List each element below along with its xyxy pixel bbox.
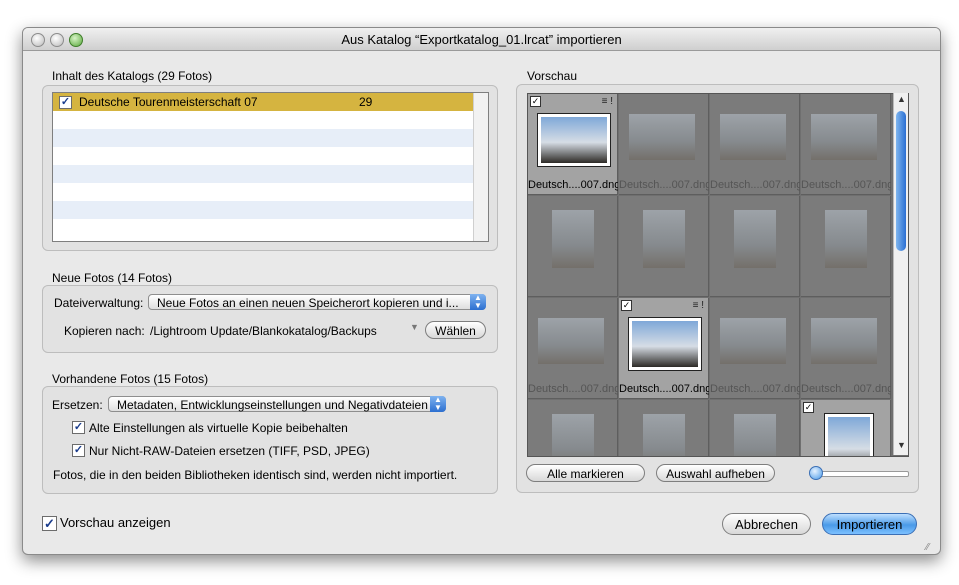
copy-to-path: /Lightroom Update/Blankokatalog/Backups xyxy=(150,324,377,338)
file-handling-value: Neue Fotos an einen neuen Speicherort ko… xyxy=(157,296,459,310)
preview-thumbnail-filename: Deutsch....007.dng xyxy=(528,383,618,395)
thumbnail-size-slider-knob[interactable] xyxy=(809,466,823,480)
preview-thumbnail-cell[interactable]: Deutsch....007.dng xyxy=(528,298,618,399)
preview-thumbnail-filename: Deutsch....007.dng xyxy=(801,383,891,395)
non-raw-only-checkbox[interactable]: ✓ xyxy=(72,444,85,457)
preview-thumbnail-image xyxy=(629,114,695,160)
preview-thumbnail-filename: Deutsch....007.dng xyxy=(710,383,800,395)
copy-to-label: Kopieren nach: xyxy=(64,324,145,338)
preview-thumbnail-cell[interactable] xyxy=(528,196,618,297)
choose-folder-button[interactable]: Wählen xyxy=(425,321,486,339)
catalog-row-name: Deutsche Tourenmeisterschaft 07 xyxy=(79,95,258,109)
identical-photos-note: Fotos, die in den beiden Bibliotheken id… xyxy=(53,468,458,482)
preview-thumbnail-image xyxy=(825,210,867,268)
catalog-empty-row xyxy=(53,147,488,165)
preview-thumbnail-filename: Deutsch....007.dng xyxy=(619,383,709,395)
scroll-down-icon[interactable]: ▼ xyxy=(897,440,906,450)
keep-old-settings-label: Alte Einstellungen als virtuelle Kopie b… xyxy=(89,421,348,435)
preview-thumbnail-image xyxy=(720,114,786,160)
preview-thumbnail-cell[interactable]: ✓ xyxy=(801,400,891,456)
preview-grid[interactable]: ✓ ≡ ! Deutsch....007.dng Deutsch....007.dng… xyxy=(527,93,909,457)
catalog-row[interactable]: ✓ Deutsche Tourenmeisterschaft 07 29 xyxy=(53,93,488,111)
preview-scrollbar[interactable]: ▲ ▼ xyxy=(893,93,908,455)
catalog-row-checkbox[interactable]: ✓ xyxy=(59,96,72,109)
preview-thumbnail-image xyxy=(811,114,877,160)
preview-thumbnail-cell[interactable]: Deutsch....007.dng xyxy=(710,94,800,195)
catalog-empty-row xyxy=(53,183,488,201)
updown-arrows-icon: ▲ ▼ xyxy=(430,396,446,412)
catalog-empty-row xyxy=(53,111,488,129)
cancel-button[interactable]: Abbrechen xyxy=(722,513,811,535)
preview-thumbnail-cell[interactable] xyxy=(710,196,800,297)
preview-thumbnail-cell[interactable]: Deutsch....007.dng xyxy=(710,298,800,399)
preview-thumbnail-cell[interactable] xyxy=(801,196,891,297)
preview-thumbnail-filename: Deutsch....007.dng xyxy=(801,179,891,191)
window-title: Aus Katalog “Exportkatalog_01.lrcat” imp… xyxy=(341,32,622,47)
preview-thumbnail-image xyxy=(538,114,610,166)
thumbnail-check-icon[interactable]: ✓ xyxy=(803,402,814,413)
preview-thumbnail-image xyxy=(629,318,701,370)
preview-section-label: Vorschau xyxy=(527,69,578,83)
existing-photos-section-label: Vorhandene Fotos (15 Fotos) xyxy=(52,372,209,386)
flag-icon: ≡ ! xyxy=(601,96,613,107)
preview-thumbnail-filename: Deutsch....007.dng xyxy=(619,179,709,191)
preview-thumbnail-cell[interactable]: Deutsch....007.dng xyxy=(801,298,891,399)
flag-icon: ≡ ! xyxy=(692,300,704,311)
replace-popup[interactable]: Metadaten, Entwicklungseinstellungen und… xyxy=(108,396,446,412)
replace-label: Ersetzen: xyxy=(52,398,103,412)
preview-thumbnail-cell[interactable] xyxy=(710,400,800,456)
mark-all-button[interactable]: Alle markieren xyxy=(526,464,645,482)
preview-scroll-thumb[interactable] xyxy=(896,111,906,251)
preview-thumbnail-image xyxy=(734,414,776,456)
preview-thumbnail-image xyxy=(538,318,604,364)
preview-thumbnail-cell[interactable] xyxy=(619,196,709,297)
check-icon: ✓ xyxy=(73,421,84,433)
thumbnail-check-icon[interactable]: ✓ xyxy=(530,96,541,107)
chevron-down-icon[interactable]: ▼ xyxy=(410,322,419,332)
preview-thumbnail-cell[interactable] xyxy=(619,400,709,456)
file-handling-label: Dateiverwaltung: xyxy=(54,296,144,310)
updown-arrows-icon: ▲ ▼ xyxy=(470,294,486,310)
file-handling-popup[interactable]: Neue Fotos an einen neuen Speicherort ko… xyxy=(148,294,486,310)
non-raw-only-label: Nur Nicht-RAW-Dateien ersetzen (TIFF, PS… xyxy=(89,444,370,458)
preview-thumbnail-image xyxy=(552,210,594,268)
catalog-row-count: 29 xyxy=(359,95,373,109)
preview-thumbnail-cell[interactable]: ✓ ≡ ! Deutsch....007.dng xyxy=(528,94,618,195)
preview-thumbnail-filename: Deutsch....007.dng xyxy=(710,179,800,191)
check-icon: ✓ xyxy=(44,516,55,531)
preview-thumbnail-image xyxy=(720,318,786,364)
show-preview-label: Vorschau anzeigen xyxy=(60,515,171,530)
preview-thumbnail-cell[interactable]: ✓ ≡ ! Deutsch....007.dng xyxy=(619,298,709,399)
preview-thumbnail-image xyxy=(734,210,776,268)
preview-thumbnail-image xyxy=(552,414,594,456)
preview-thumbnail-cell[interactable] xyxy=(528,400,618,456)
catalog-empty-row xyxy=(53,219,488,237)
new-photos-section-label: Neue Fotos (14 Fotos) xyxy=(52,271,173,285)
preview-thumbnail-image xyxy=(811,318,877,364)
resize-grip-icon[interactable]: ⁄⁄ xyxy=(926,542,929,553)
keep-old-settings-checkbox[interactable]: ✓ xyxy=(72,421,85,434)
thumbnail-size-slider-track[interactable] xyxy=(815,471,909,477)
check-icon: ✓ xyxy=(73,444,84,456)
catalog-list-scrollbar[interactable] xyxy=(473,93,488,241)
catalog-section-label: Inhalt des Katalogs (29 Fotos) xyxy=(52,69,213,83)
thumbnail-check-icon[interactable]: ✓ xyxy=(621,300,632,311)
import-button[interactable]: Importieren xyxy=(822,513,917,535)
preview-thumbnail-filename: Deutsch....007.dng xyxy=(528,179,618,191)
preview-thumbnail-image xyxy=(825,414,873,456)
show-preview-checkbox[interactable]: ✓ xyxy=(42,516,57,531)
check-icon: ✓ xyxy=(60,96,71,108)
preview-thumbnail-image xyxy=(643,414,685,456)
catalog-empty-row xyxy=(53,201,488,219)
preview-thumbnail-cell[interactable]: Deutsch....007.dng xyxy=(801,94,891,195)
scroll-up-icon[interactable]: ▲ xyxy=(897,94,906,104)
preview-thumbnail-image xyxy=(643,210,685,268)
catalog-empty-row xyxy=(53,129,488,147)
preview-thumbnail-cell[interactable]: Deutsch....007.dng xyxy=(619,94,709,195)
replace-value: Metadaten, Entwicklungseinstellungen und… xyxy=(117,398,428,412)
title-bar: Aus Katalog “Exportkatalog_01.lrcat” imp… xyxy=(23,28,940,51)
unmark-all-button[interactable]: Auswahl aufheben xyxy=(656,464,775,482)
catalog-list[interactable]: ✓ Deutsche Tourenmeisterschaft 07 29 xyxy=(52,92,489,242)
catalog-empty-row xyxy=(53,165,488,183)
